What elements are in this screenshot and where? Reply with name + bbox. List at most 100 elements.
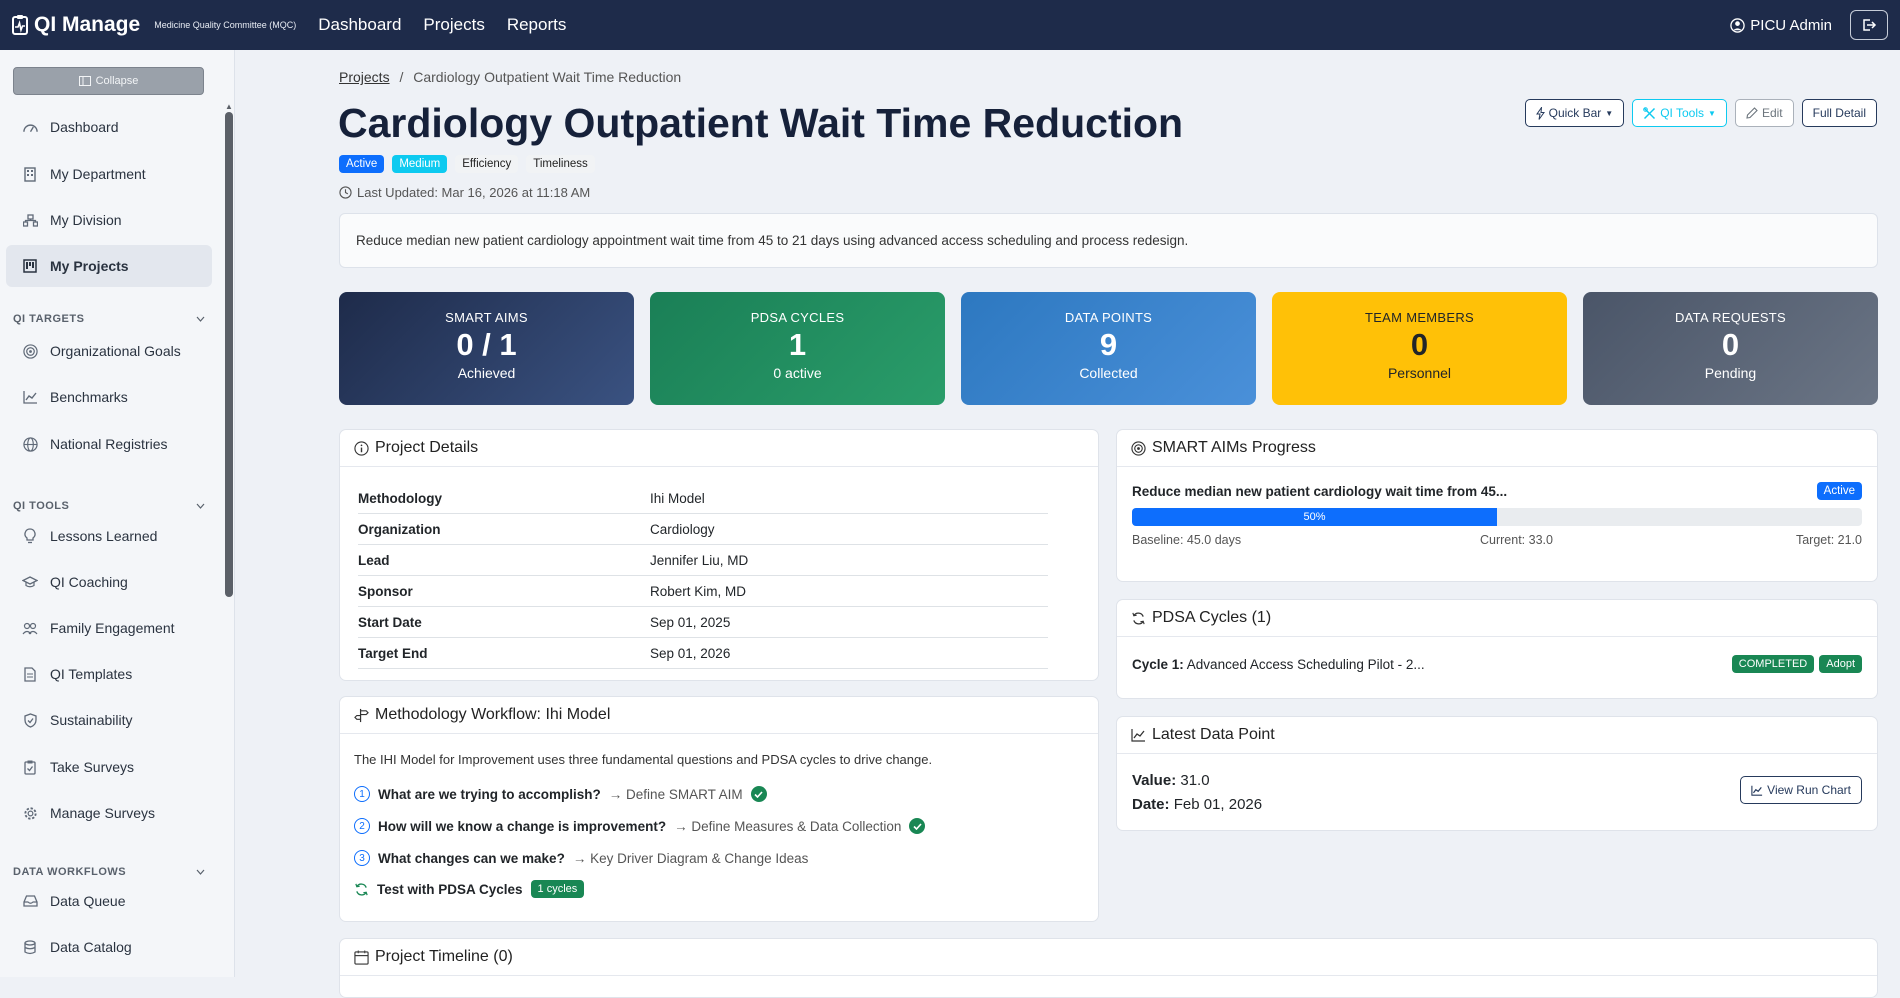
- scroll-up-arrow[interactable]: ▲: [225, 102, 233, 111]
- nav-reports[interactable]: Reports: [507, 15, 567, 35]
- gear-icon: [22, 805, 38, 821]
- stat-card-pdsa-cycles: PDSA CYCLES 1 0 active: [650, 292, 945, 405]
- user-menu[interactable]: PICU Admin: [1730, 17, 1832, 34]
- table-row: Methodology Ihi Model: [358, 483, 1048, 514]
- detail-key: Lead: [358, 552, 390, 568]
- step-question: How will we know a change is improvement…: [378, 818, 667, 834]
- sidebar-item-my-department[interactable]: My Department: [6, 153, 212, 195]
- sidebar-item-benchmarks[interactable]: Benchmarks: [6, 376, 212, 418]
- table-row: Sponsor Robert Kim, MD: [358, 576, 1048, 607]
- sidebar-item-data-catalog[interactable]: Data Catalog: [6, 926, 212, 968]
- nav-dashboard[interactable]: Dashboard: [318, 15, 401, 35]
- stat-label: PDSA CYCLES: [750, 310, 845, 325]
- last-updated-text: Last Updated: Mar 16, 2026 at 11:18 AM: [357, 185, 591, 200]
- sidebar-item-my-projects[interactable]: My Projects: [6, 245, 212, 287]
- breadcrumb-separator: /: [399, 69, 404, 85]
- details-table: Methodology Ihi Model Organization Cardiol…: [358, 483, 1048, 669]
- shield-check-icon: [22, 712, 38, 728]
- app-name: QI Manage: [34, 13, 141, 36]
- sidebar-item-my-division[interactable]: My Division: [6, 199, 212, 241]
- chevron-down-icon: [196, 503, 205, 509]
- quick-bar-button[interactable]: Quick Bar ▼: [1524, 99, 1625, 127]
- view-run-chart-button[interactable]: View Run Chart: [1740, 776, 1862, 804]
- action-toolbar: Quick Bar ▼ QI Tools ▼ Edit Full Detail: [1524, 99, 1877, 127]
- section-qi-targets[interactable]: QI TARGETS: [13, 313, 205, 325]
- smart-aims-card: SMART AIMs Progress Reduce median new pa…: [1116, 429, 1878, 582]
- pencil-icon: [1746, 107, 1758, 119]
- bullseye-icon: [1131, 440, 1146, 456]
- pdsa-decision-badge: Adopt: [1819, 655, 1862, 673]
- detail-key: Target End: [358, 645, 428, 661]
- workflow-intro: The IHI Model for Improvement uses three…: [354, 752, 933, 767]
- full-detail-button[interactable]: Full Detail: [1801, 99, 1877, 127]
- stat-card-data-points: DATA POINTS 9 Collected: [961, 292, 1256, 405]
- clipboard-check-icon: [22, 759, 38, 775]
- aim-progress-fill: 50%: [1132, 508, 1497, 526]
- sidebar-item-organizational-goals[interactable]: Organizational Goals: [6, 330, 212, 372]
- sidebar-item-take-surveys[interactable]: Take Surveys: [6, 746, 212, 788]
- edit-button[interactable]: Edit: [1734, 99, 1794, 127]
- sidebar-item-label: Benchmarks: [50, 389, 128, 405]
- sidebar-item-label: Take Surveys: [50, 759, 135, 775]
- aim-status-badge: Active: [1816, 482, 1862, 500]
- org-chart-icon: [22, 212, 38, 228]
- stat-sub: Pending: [1704, 365, 1757, 381]
- edit-label: Edit: [1761, 106, 1783, 120]
- nav-projects[interactable]: Projects: [423, 15, 484, 35]
- breadcrumb-projects-link[interactable]: Projects: [339, 69, 390, 85]
- clipboard-pulse-icon: [12, 15, 28, 35]
- qi-tools-button[interactable]: QI Tools ▼: [1632, 99, 1727, 127]
- globe-icon: [22, 436, 38, 452]
- stat-value: 9: [1099, 327, 1118, 362]
- latest-date: Feb 01, 2026: [1173, 796, 1263, 813]
- methodology-workflow-card: Methodology Workflow: Ihi Model The IHI …: [339, 696, 1099, 922]
- card-header: Project Details: [340, 430, 1098, 467]
- pdsa-cycles-card: PDSA Cycles (1) Cycle 1: Advanced Access…: [1116, 599, 1878, 699]
- pdsa-cycle-row[interactable]: Cycle 1: Advanced Access Scheduling Pilo…: [1132, 657, 1425, 672]
- file-text-icon: [22, 666, 38, 682]
- latest-value-row: Value: 31.0: [1132, 772, 1210, 789]
- detail-value: Cardiology: [650, 521, 715, 537]
- sidebar-item-data-queue[interactable]: Data Queue: [6, 880, 212, 922]
- breadcrumb: Projects / Cardiology Outpatient Wait Ti…: [339, 69, 681, 85]
- sidebar-item-dashboard[interactable]: Dashboard: [6, 106, 212, 148]
- category-badge: Timeliness: [526, 155, 595, 173]
- step-question: What changes can we make?: [378, 850, 565, 866]
- sidebar-item-national-registries[interactable]: National Registries: [6, 423, 212, 465]
- graph-up-icon: [22, 389, 38, 405]
- detail-key: Sponsor: [358, 583, 413, 599]
- sidebar-item-label: Sustainability: [50, 712, 133, 728]
- stat-sub: 0 active: [773, 365, 822, 381]
- arrow-repeat-icon: [354, 882, 369, 897]
- aim-text[interactable]: Reduce median new patient cardiology wai…: [1132, 484, 1507, 499]
- card-title: Project Timeline (0): [375, 948, 513, 965]
- workflow-step: 2 How will we know a change is improveme…: [354, 818, 926, 834]
- stat-value: 0: [1721, 327, 1740, 362]
- brand[interactable]: QI Manage Medicine Quality Committee (MQ…: [12, 13, 318, 37]
- sidebar-item-label: Organizational Goals: [50, 343, 181, 359]
- lightning-icon: [1535, 106, 1545, 120]
- arrow-repeat-icon: [1131, 611, 1146, 626]
- inbox-icon: [22, 893, 38, 909]
- tools-icon: [1643, 106, 1656, 120]
- sidebar-scrollbar[interactable]: [225, 112, 233, 597]
- app-subtitle: Medicine Quality Committee (MQC): [154, 20, 297, 30]
- section-data-workflows[interactable]: DATA WORKFLOWS: [13, 866, 205, 878]
- sidebar-item-manage-surveys[interactable]: Manage Surveys: [6, 792, 212, 834]
- sidebar-item-qi-coaching[interactable]: QI Coaching: [6, 561, 212, 603]
- calendar-icon: [354, 949, 369, 965]
- detail-value: Jennifer Liu, MD: [650, 552, 749, 568]
- sidebar-item-lessons-learned[interactable]: Lessons Learned: [6, 515, 212, 557]
- logout-button[interactable]: [1850, 10, 1888, 40]
- stat-value: 1: [788, 327, 807, 362]
- sidebar-item-qi-templates[interactable]: QI Templates: [6, 653, 212, 695]
- section-qi-tools[interactable]: QI TOOLS: [13, 500, 205, 512]
- qi-tools-label: QI Tools: [1660, 106, 1705, 120]
- sidebar-item-family-engagement[interactable]: Family Engagement: [6, 607, 212, 649]
- bullseye-icon: [22, 343, 38, 359]
- sidebar-item-sustainability[interactable]: Sustainability: [6, 699, 212, 741]
- last-updated: Last Updated: Mar 16, 2026 at 11:18 AM: [339, 185, 590, 200]
- pdsa-step-label: Test with PDSA Cycles: [377, 881, 523, 897]
- collapse-button[interactable]: Collapse: [13, 67, 204, 95]
- table-row: Target End Sep 01, 2026: [358, 638, 1048, 669]
